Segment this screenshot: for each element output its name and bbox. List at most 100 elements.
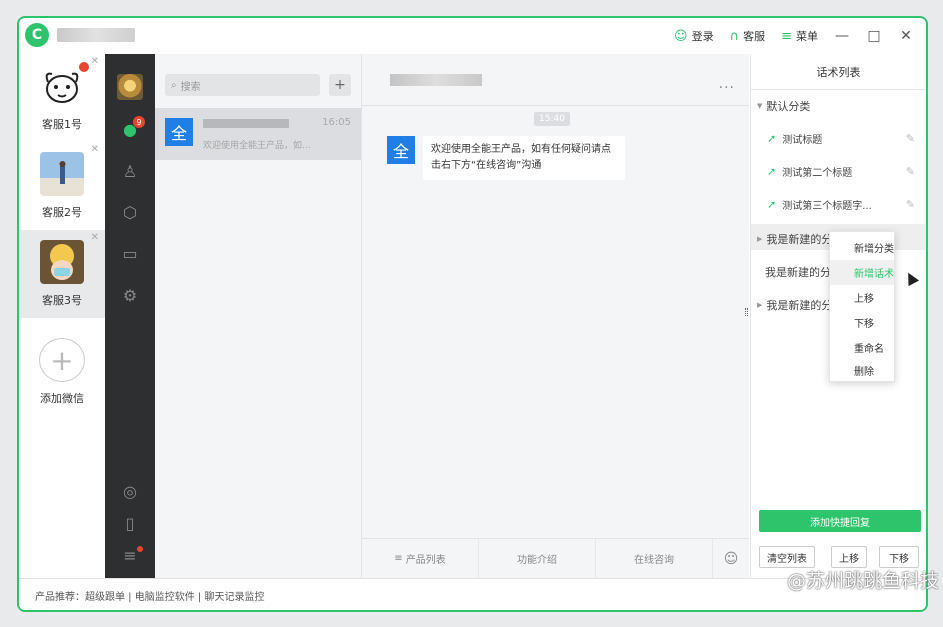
menu-item-delete[interactable]: 删除	[830, 358, 894, 383]
clear-list-button[interactable]: 清空列表	[759, 546, 815, 568]
script-item[interactable]: ➚ 测试第三个标题字... ✎	[767, 197, 915, 212]
compass-icon: ◎	[123, 481, 137, 501]
edit-icon[interactable]: ✎	[906, 165, 915, 178]
search-icon: ⌕	[171, 79, 177, 91]
chevron-right-icon: ▶	[757, 301, 763, 309]
service-label: 客服	[743, 30, 766, 43]
title-bar: C ☺ 登录 ∩ 客服 ≡ 菜单 — □ ✕	[19, 18, 926, 54]
user-icon: ☺	[674, 28, 688, 44]
search-placeholder: 搜索	[180, 81, 201, 93]
close-icon[interactable]: ✕	[91, 144, 99, 155]
login-label: 登录	[691, 30, 714, 43]
add-account-button[interactable]: + 添加微信	[19, 318, 105, 406]
category-label: 我是新建的分	[765, 266, 831, 279]
chevron-down-icon: ▼	[757, 102, 763, 110]
nav-chat[interactable]: ● 9	[105, 114, 155, 144]
message-timestamp: 15:40	[534, 112, 570, 126]
notification-dot	[79, 62, 89, 72]
app-window: C ☺ 登录 ∩ 客服 ≡ 菜单 — □ ✕ ✕ 客服1号 ✕ 客服2号 ✕ 客…	[17, 16, 928, 612]
chat-time: 16:05	[322, 117, 351, 128]
edit-icon[interactable]: ✎	[906, 198, 915, 211]
menu-item-add-category[interactable]: 新增分类	[830, 235, 894, 260]
account-list: ✕ 客服1号 ✕ 客服2号 ✕ 客服3号 + 添加微信	[19, 54, 105, 578]
phone-icon: ▯	[125, 513, 135, 533]
gear-icon: ⚙	[122, 285, 138, 305]
send-icon: ➚	[767, 198, 777, 211]
panel-title: 话术列表	[751, 54, 926, 90]
tab-features[interactable]: 功能介绍	[479, 539, 596, 578]
send-icon: ➚	[767, 132, 777, 145]
cube-icon: ⬡	[123, 202, 137, 222]
notification-dot	[137, 546, 143, 552]
service-button[interactable]: ∩ 客服	[730, 28, 766, 44]
script-label: 测试第三个标题字...	[782, 201, 872, 212]
script-item[interactable]: ➚ 测试第二个标题 ✎	[767, 164, 915, 179]
message-bubble: 欢迎使用全能王产品，如有任何疑问请点击右下方“在线咨询”沟通	[423, 136, 625, 180]
account-item[interactable]: ✕ 客服2号	[19, 142, 105, 230]
add-chat-button[interactable]: +	[329, 74, 351, 96]
nav-avatar[interactable]	[105, 72, 155, 102]
nav-settings[interactable]: ⚙	[105, 280, 155, 310]
account-name: 客服3号	[42, 294, 82, 307]
move-up-button[interactable]: 上移	[831, 546, 867, 568]
category-new-3[interactable]: ▶ 我是新建的分	[757, 297, 832, 313]
nav-folder[interactable]: ▭	[105, 238, 155, 268]
folder-icon: ▭	[122, 243, 138, 263]
chat-list: ⌕ 搜索 + 全 16:05 欢迎使用全能王产品，如...	[155, 54, 362, 578]
nav-more[interactable]: ≡	[105, 540, 155, 570]
category-default[interactable]: ▼ 默认分类	[757, 98, 810, 114]
robot-button[interactable]: ☺	[713, 539, 749, 578]
nav-compass[interactable]: ◎	[105, 476, 155, 506]
conversation-header: ...	[362, 54, 749, 106]
nav-phone[interactable]: ▯	[105, 508, 155, 538]
script-label: 测试标题	[782, 135, 823, 146]
unread-badge: 9	[133, 116, 145, 128]
product-recommend[interactable]: 产品推荐：超级跟单 | 电脑监控软件 | 聊天记录监控	[35, 588, 264, 603]
more-options-button[interactable]: ...	[719, 76, 735, 92]
close-icon[interactable]: ✕	[91, 56, 99, 67]
move-down-button[interactable]: 下移	[879, 546, 919, 568]
tab-label: 在线咨询	[634, 555, 674, 566]
add-account-label: 添加微信	[40, 392, 84, 405]
list-icon: ≡	[394, 553, 403, 564]
avatar	[40, 152, 84, 196]
search-input[interactable]: ⌕ 搜索	[165, 74, 320, 96]
nav-box[interactable]: ⬡	[105, 197, 155, 227]
script-item[interactable]: ➚ 测试标题 ✎	[767, 131, 915, 146]
close-icon[interactable]: ✕	[91, 232, 99, 243]
quick-tabs: ≡ 产品列表 功能介绍 在线咨询 ☺	[362, 538, 749, 578]
nav-contacts[interactable]: ♙	[105, 156, 155, 186]
send-icon: ➚	[767, 165, 777, 178]
tab-product-list[interactable]: ≡ 产品列表	[362, 539, 479, 578]
tab-label: 功能介绍	[517, 555, 557, 566]
conversation-pane: ... 15:40 全 欢迎使用全能王产品，如有任何疑问请点击右下方“在线咨询”…	[362, 54, 749, 578]
category-label: 我是新建的分	[766, 299, 833, 312]
close-button[interactable]: ✕	[898, 28, 914, 44]
login-button[interactable]: ☺ 登录	[674, 28, 714, 44]
menu-item-rename[interactable]: 重命名	[830, 335, 894, 360]
account-name: 客服1号	[42, 118, 82, 131]
menu-item-add-script[interactable]: 新增话术	[830, 260, 894, 285]
tab-online-consult[interactable]: 在线咨询	[596, 539, 713, 578]
contacts-icon: ♙	[122, 161, 138, 181]
account-item[interactable]: ✕ 客服1号	[19, 54, 105, 142]
minimize-button[interactable]: —	[834, 28, 850, 44]
resize-handle[interactable]	[745, 308, 748, 316]
conversation-title-blurred	[390, 74, 482, 86]
robot-icon: ☺	[723, 550, 739, 567]
menu-button[interactable]: ≡ 菜单	[781, 28, 818, 44]
chat-list-item[interactable]: 全 16:05 欢迎使用全能王产品，如...	[155, 108, 361, 160]
plus-icon: +	[39, 338, 85, 382]
add-quick-reply-button[interactable]: 添加快捷回复	[759, 510, 921, 532]
account-name: 客服2号	[42, 206, 82, 219]
edit-icon[interactable]: ✎	[906, 132, 915, 145]
avatar: 全	[165, 118, 193, 146]
maximize-button[interactable]: □	[866, 28, 882, 44]
menu-item-move-up[interactable]: 上移	[830, 285, 894, 310]
menu-icon: ≡	[781, 28, 792, 44]
menu-item-move-down[interactable]: 下移	[830, 310, 894, 335]
category-new-2[interactable]: 我是新建的分	[765, 264, 831, 280]
account-item-active[interactable]: ✕ 客服3号	[19, 230, 105, 318]
title-bar-actions: ☺ 登录 ∩ 客服 ≡ 菜单 — □ ✕	[674, 18, 914, 54]
chat-name-blurred	[203, 119, 289, 128]
